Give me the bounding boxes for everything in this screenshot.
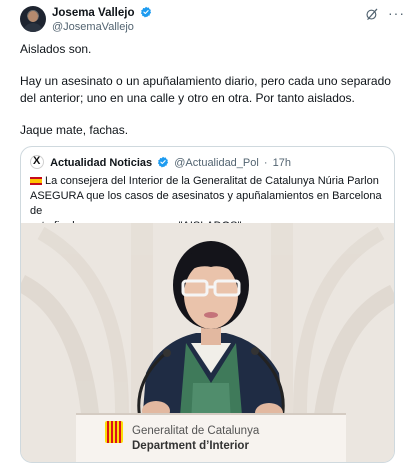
author-handle[interactable]: @JosemaVallejo bbox=[52, 21, 134, 33]
avatar[interactable] bbox=[20, 6, 46, 32]
post-text-line: Aislados son. bbox=[20, 42, 92, 56]
author-name[interactable]: Josema Vallejo bbox=[52, 7, 134, 19]
separator-dot: · bbox=[263, 157, 268, 169]
post: Josema Vallejo @JosemaVallejo ··· Aislad… bbox=[0, 0, 413, 468]
press-conference-photo: Generalitat de Catalunya Department d’In… bbox=[21, 223, 394, 462]
post-text-line: del anterior; uno en una calle y otro en… bbox=[20, 91, 355, 105]
quoted-post-header: X Actualidad Noticias @Actualidad_Pol · … bbox=[30, 155, 291, 171]
more-icon[interactable]: ··· bbox=[388, 6, 404, 22]
lectern-text-line2: Department d’Interior bbox=[132, 440, 249, 452]
quoted-author-handle[interactable]: @Actualidad_Pol bbox=[174, 157, 259, 169]
quoted-post[interactable]: X Actualidad Noticias @Actualidad_Pol · … bbox=[20, 146, 395, 463]
quoted-text-line: La consejera del Interior de la Generali… bbox=[45, 175, 379, 187]
post-text-line: Jaque mate, fachas. bbox=[20, 123, 129, 137]
spain-flag-icon bbox=[30, 177, 42, 185]
grok-icon[interactable] bbox=[365, 7, 379, 21]
verified-badge-icon bbox=[158, 156, 169, 168]
lectern-text-line1: Generalitat de Catalunya bbox=[132, 425, 260, 437]
quoted-author-name[interactable]: Actualidad Noticias bbox=[50, 157, 152, 169]
quoted-avatar-x-logo-icon[interactable]: X bbox=[30, 155, 44, 169]
quoted-text-line: ASEGURA que los casos de asesinatos y ap… bbox=[30, 190, 382, 217]
post-header: Josema Vallejo @JosemaVallejo ··· bbox=[20, 4, 404, 38]
author-name-row[interactable]: Josema Vallejo bbox=[52, 6, 152, 19]
quoted-photo[interactable]: Generalitat de Catalunya Department d’In… bbox=[21, 223, 394, 462]
post-text-line: Hay un asesinato o un apuñalamiento diar… bbox=[20, 74, 391, 88]
quoted-timestamp[interactable]: 17h bbox=[273, 157, 291, 169]
verified-badge-icon bbox=[140, 6, 151, 18]
